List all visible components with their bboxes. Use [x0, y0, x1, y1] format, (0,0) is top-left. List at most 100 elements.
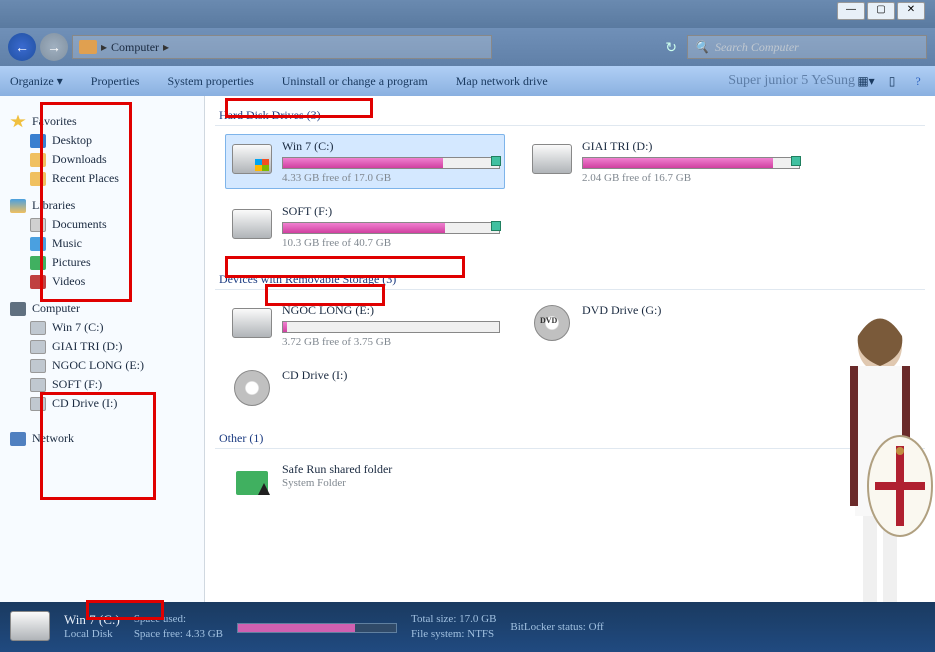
drive-label: CD Drive (I:)	[282, 368, 500, 383]
breadcrumb-location[interactable]: Computer	[111, 40, 159, 55]
libraries-group[interactable]: Libraries	[4, 196, 200, 215]
drive-label: Win 7 (C:)	[282, 139, 500, 154]
system-properties-button[interactable]: System properties	[167, 74, 253, 89]
details-pane: Win 7 (C:) Local Disk Space used: Space …	[0, 602, 935, 652]
nav-item-downloads[interactable]: Downloads	[4, 150, 200, 169]
content-pane: Hard Disk Drives (3) Win 7 (C:) 4.33 GB …	[205, 96, 935, 602]
drive-item-e[interactable]: NGOC LONG (E:) 3.72 GB free of 3.75 GB	[225, 298, 505, 353]
drive-item-i[interactable]: CD Drive (I:)	[225, 363, 505, 413]
drive-free-text: 10.3 GB free of 40.7 GB	[282, 237, 500, 249]
drive-free-text: 4.33 GB free of 17.0 GB	[282, 172, 500, 184]
navigation-bar: ← → ▸ Computer ▸ ↻ 🔍 Search Computer	[0, 28, 935, 66]
favorites-group[interactable]: Favorites	[4, 112, 200, 131]
network-group[interactable]: Network	[4, 429, 200, 448]
refresh-icon[interactable]: ↻	[665, 39, 677, 56]
nav-item-pictures[interactable]: Pictures	[4, 253, 200, 272]
back-button[interactable]: ←	[8, 33, 36, 61]
capacity-bar	[237, 623, 397, 633]
filesystem-value: NTFS	[467, 628, 494, 640]
drive-icon	[230, 139, 274, 179]
drive-label: GIAI TRI (D:)	[582, 139, 800, 154]
theme-character-image	[825, 306, 935, 602]
capacity-bar	[282, 321, 500, 333]
drive-item-d[interactable]: GIAI TRI (D:) 2.04 GB free of 16.7 GB	[525, 134, 805, 189]
folder-icon	[30, 172, 46, 186]
drive-label: DVD Drive (G:)	[582, 303, 800, 318]
libraries-icon	[10, 199, 26, 213]
nav-item-recent[interactable]: Recent Places	[4, 169, 200, 188]
cd-icon	[230, 368, 274, 408]
preview-pane-icon[interactable]: ▯	[883, 72, 901, 90]
bitlocker-value: Off	[589, 621, 604, 633]
drive-icon	[30, 321, 46, 335]
chevron-right-icon: ▸	[101, 40, 107, 55]
drive-free-text: 3.72 GB free of 3.75 GB	[282, 336, 500, 348]
capacity-bar	[282, 157, 500, 169]
bitlocker-label: BitLocker status:	[510, 621, 585, 633]
drive-item-c[interactable]: Win 7 (C:) 4.33 GB free of 17.0 GB	[225, 134, 505, 189]
filesystem-label: File system:	[411, 628, 464, 640]
hdd-section-header[interactable]: Hard Disk Drives (3)	[215, 106, 925, 126]
search-input[interactable]: 🔍 Search Computer	[687, 35, 927, 59]
drive-icon	[10, 611, 50, 643]
capacity-bar	[582, 157, 800, 169]
search-placeholder: Search Computer	[715, 40, 799, 55]
capacity-bar	[282, 222, 500, 234]
drive-label: NGOC LONG (E:)	[282, 303, 500, 318]
maximize-button[interactable]: ▢	[867, 2, 895, 20]
star-icon	[10, 115, 26, 129]
minimize-button[interactable]: —	[837, 2, 865, 20]
drive-item-g[interactable]: DVD DVD Drive (G:)	[525, 298, 805, 353]
nav-item-desktop[interactable]: Desktop	[4, 131, 200, 150]
videos-icon	[30, 275, 46, 289]
space-used-label: Space used:	[134, 613, 186, 625]
other-section-header[interactable]: Other (1)	[215, 429, 925, 449]
desktop-icon	[30, 134, 46, 148]
other-item-saferun[interactable]: Safe Run shared folder System Folder	[225, 457, 505, 507]
breadcrumb[interactable]: ▸ Computer ▸	[72, 35, 492, 59]
nav-item-drive-e[interactable]: NGOC LONG (E:)	[4, 356, 200, 375]
computer-icon	[10, 302, 26, 316]
dvd-icon: DVD	[530, 303, 574, 343]
nav-item-music[interactable]: Music	[4, 234, 200, 253]
nav-item-drive-d[interactable]: GIAI TRI (D:)	[4, 337, 200, 356]
details-name: Win 7 (C:)	[64, 612, 120, 627]
nav-item-drive-c[interactable]: Win 7 (C:)	[4, 318, 200, 337]
forward-button[interactable]: →	[40, 33, 68, 61]
music-icon	[30, 237, 46, 251]
computer-icon	[79, 40, 97, 54]
properties-button[interactable]: Properties	[91, 74, 140, 89]
drive-icon	[30, 340, 46, 354]
chevron-right-icon: ▸	[163, 40, 169, 55]
item-subtext: System Folder	[282, 477, 500, 489]
drive-free-text: 2.04 GB free of 16.7 GB	[582, 172, 800, 184]
computer-group[interactable]: Computer	[4, 299, 200, 318]
nav-item-drive-f[interactable]: SOFT (F:)	[4, 375, 200, 394]
nav-item-drive-i[interactable]: CD Drive (I:)	[4, 394, 200, 413]
drive-icon	[230, 303, 274, 343]
drive-label: SOFT (F:)	[282, 204, 500, 219]
nav-item-documents[interactable]: Documents	[4, 215, 200, 234]
removable-section-header[interactable]: Devices with Removable Storage (3)	[215, 270, 925, 290]
map-drive-button[interactable]: Map network drive	[456, 74, 548, 89]
total-size-label: Total size:	[411, 613, 456, 625]
folder-icon	[30, 153, 46, 167]
uninstall-button[interactable]: Uninstall or change a program	[282, 74, 428, 89]
documents-icon	[30, 218, 46, 232]
theme-watermark: Super junior 5 YeSung	[728, 73, 855, 89]
nav-item-videos[interactable]: Videos	[4, 272, 200, 291]
navigation-pane: Favorites Desktop Downloads Recent Place…	[0, 96, 205, 602]
folder-icon	[230, 462, 274, 502]
drive-item-f[interactable]: SOFT (F:) 10.3 GB free of 40.7 GB	[225, 199, 505, 254]
pictures-icon	[30, 256, 46, 270]
drive-icon	[230, 204, 274, 244]
drive-icon	[30, 359, 46, 373]
help-icon[interactable]: ?	[909, 72, 927, 90]
close-button[interactable]: ✕	[897, 2, 925, 20]
toolbar: Organize ▾ Properties System properties …	[0, 66, 935, 96]
view-menu-icon[interactable]: ▦▾	[857, 72, 875, 90]
organize-menu[interactable]: Organize ▾	[10, 74, 63, 89]
drive-icon	[530, 139, 574, 179]
details-type: Local Disk	[64, 627, 120, 642]
space-free-label: Space free:	[134, 628, 183, 640]
